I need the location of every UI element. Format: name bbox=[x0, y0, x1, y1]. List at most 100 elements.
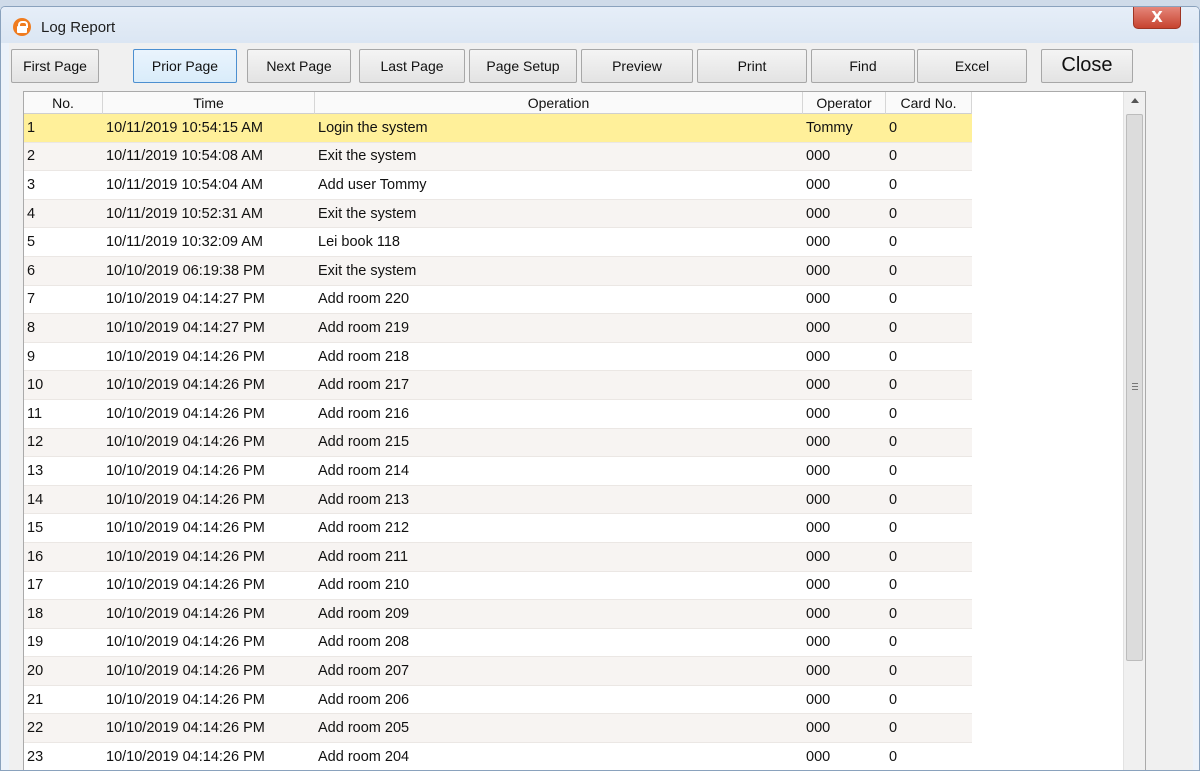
cell-operator: 000 bbox=[806, 663, 831, 680]
cell-operation: Add room 204 bbox=[318, 748, 410, 765]
cell-no: 15 bbox=[27, 520, 44, 537]
table-row[interactable]: 13 10/10/2019 04:14:26 PM Add room 214 000 0 bbox=[24, 457, 972, 486]
cell-operation: Add room 207 bbox=[318, 663, 410, 680]
cell-card-no: 0 bbox=[889, 663, 898, 680]
cell-operation: Add room 210 bbox=[318, 577, 410, 594]
column-header-operation[interactable]: Operation bbox=[315, 92, 803, 114]
cell-operation: Add room 217 bbox=[318, 377, 410, 394]
cell-time: 10/10/2019 04:14:26 PM bbox=[106, 462, 265, 479]
cell-time: 10/10/2019 04:14:26 PM bbox=[106, 377, 265, 394]
cell-time: 10/10/2019 04:14:26 PM bbox=[106, 748, 265, 765]
cell-no: 4 bbox=[27, 205, 36, 222]
cell-time: 10/10/2019 04:14:27 PM bbox=[106, 291, 265, 308]
cell-card-no: 0 bbox=[889, 262, 898, 279]
table-row[interactable]: 3 10/11/2019 10:54:04 AM Add user Tommy 000… bbox=[24, 171, 972, 200]
cell-operator: 000 bbox=[806, 434, 831, 451]
cell-operation: Add room 220 bbox=[318, 291, 410, 308]
cell-operator: 000 bbox=[806, 176, 831, 193]
cell-time: 10/10/2019 04:14:26 PM bbox=[106, 548, 265, 565]
find-button[interactable]: Find bbox=[811, 49, 915, 83]
cell-operation: Lei book 118 bbox=[318, 234, 400, 251]
cell-operation: Add room 205 bbox=[318, 720, 410, 737]
table-row[interactable]: 16 10/10/2019 04:14:26 PM Add room 211 000 0 bbox=[24, 542, 972, 572]
cell-time: 10/10/2019 04:14:26 PM bbox=[106, 720, 265, 737]
cell-card-no: 0 bbox=[889, 691, 898, 708]
title-bar[interactable]: Log Report X bbox=[1, 7, 1199, 43]
table-row[interactable]: 8 10/10/2019 04:14:27 PM Add room 219 000 0 bbox=[24, 314, 972, 343]
table-row[interactable]: 18 10/10/2019 04:14:26 PM Add room 209 000 0 bbox=[24, 600, 972, 629]
table-row[interactable]: 11 10/10/2019 04:14:26 PM Add room 216 000 0 bbox=[24, 399, 972, 429]
table-row[interactable]: 6 10/10/2019 06:19:38 PM Exit the system 00… bbox=[24, 256, 972, 286]
scrollbar-thumb[interactable] bbox=[1126, 114, 1143, 661]
preview-button[interactable]: Preview bbox=[581, 49, 693, 83]
excel-button[interactable]: Excel bbox=[917, 49, 1027, 83]
column-header-no[interactable]: No. bbox=[24, 92, 103, 114]
cell-operation: Add room 211 bbox=[318, 548, 409, 565]
table-row[interactable]: 5 10/11/2019 10:32:09 AM Lei book 118 000 0 bbox=[24, 228, 972, 257]
cell-no: 21 bbox=[27, 691, 44, 708]
first-page-button[interactable]: First Page bbox=[11, 49, 99, 83]
table-row[interactable]: 21 10/10/2019 04:14:26 PM Add room 206 000 0 bbox=[24, 685, 972, 715]
prior-page-button[interactable]: Prior Page bbox=[133, 49, 237, 83]
cell-operator: 000 bbox=[806, 462, 831, 479]
cell-card-no: 0 bbox=[889, 548, 898, 565]
grip-icon bbox=[1132, 383, 1138, 390]
cell-time: 10/10/2019 04:14:26 PM bbox=[106, 634, 265, 651]
column-header-operator[interactable]: Operator bbox=[803, 92, 886, 114]
table-row[interactable]: 23 10/10/2019 04:14:26 PM Add room 204 000 0 bbox=[24, 743, 972, 770]
cell-no: 5 bbox=[27, 234, 36, 251]
cell-time: 10/10/2019 04:14:26 PM bbox=[106, 577, 265, 594]
cell-operator: 000 bbox=[806, 205, 831, 222]
table-row[interactable]: 1 10/11/2019 10:54:15 AM Login the system T… bbox=[24, 114, 972, 143]
cell-operator: 000 bbox=[806, 577, 831, 594]
cell-card-no: 0 bbox=[889, 634, 898, 651]
vertical-scrollbar[interactable] bbox=[1123, 92, 1145, 770]
cell-no: 11 bbox=[27, 405, 43, 422]
next-page-button[interactable]: Next Page bbox=[247, 49, 351, 83]
cell-operation: Add user Tommy bbox=[318, 176, 427, 193]
cell-card-no: 0 bbox=[889, 319, 898, 336]
cell-time: 10/10/2019 04:14:26 PM bbox=[106, 663, 265, 680]
table-row[interactable]: 9 10/10/2019 04:14:26 PM Add room 218 000 0 bbox=[24, 342, 972, 372]
window-close-button[interactable]: X bbox=[1133, 7, 1181, 29]
table-row[interactable]: 12 10/10/2019 04:14:26 PM Add room 215 000 0 bbox=[24, 428, 972, 458]
cell-card-no: 0 bbox=[889, 491, 898, 508]
cell-card-no: 0 bbox=[889, 605, 898, 622]
cell-no: 17 bbox=[27, 577, 44, 594]
table-row[interactable]: 17 10/10/2019 04:14:26 PM Add room 210 000 0 bbox=[24, 571, 972, 601]
cell-time: 10/11/2019 10:54:15 AM bbox=[106, 119, 263, 136]
cell-operator: 000 bbox=[806, 291, 831, 308]
table-row[interactable]: 19 10/10/2019 04:14:26 PM Add room 208 000 0 bbox=[24, 628, 972, 658]
cell-card-no: 0 bbox=[889, 176, 898, 193]
cell-card-no: 0 bbox=[889, 405, 898, 422]
table-row[interactable]: 4 10/11/2019 10:52:31 AM Exit the system 00… bbox=[24, 199, 972, 229]
table-row[interactable]: 2 10/11/2019 10:54:08 AM Exit the system 00… bbox=[24, 142, 972, 172]
column-header-card-no[interactable]: Card No. bbox=[886, 92, 972, 114]
cell-card-no: 0 bbox=[889, 148, 898, 165]
cell-operator: 000 bbox=[806, 520, 831, 537]
cell-operator: Tommy bbox=[806, 119, 853, 136]
table-row[interactable]: 10 10/10/2019 04:14:26 PM Add room 217 000 0 bbox=[24, 371, 972, 400]
toolbar: First Page Prior Page Next Page Last Pag… bbox=[11, 49, 1147, 87]
table-row[interactable]: 22 10/10/2019 04:14:26 PM Add room 205 000 0 bbox=[24, 714, 972, 744]
cell-card-no: 0 bbox=[889, 577, 898, 594]
table-body: 1 10/11/2019 10:54:15 AM Login the system T… bbox=[24, 114, 972, 770]
table-row[interactable]: 14 10/10/2019 04:14:26 PM Add room 213 000 0 bbox=[24, 485, 972, 515]
cell-no: 22 bbox=[27, 720, 44, 737]
table-row[interactable]: 7 10/10/2019 04:14:27 PM Add room 220 000 0 bbox=[24, 285, 972, 315]
last-page-button[interactable]: Last Page bbox=[359, 49, 465, 83]
cell-no: 1 bbox=[27, 119, 36, 136]
cell-time: 10/10/2019 04:14:26 PM bbox=[106, 434, 265, 451]
close-button[interactable]: Close bbox=[1041, 49, 1133, 83]
cell-card-no: 0 bbox=[889, 119, 898, 136]
print-button[interactable]: Print bbox=[697, 49, 807, 83]
cell-operation: Add room 206 bbox=[318, 691, 410, 708]
cell-time: 10/10/2019 04:14:26 PM bbox=[106, 405, 265, 422]
scroll-up-icon[interactable] bbox=[1131, 98, 1139, 103]
table-row[interactable]: 15 10/10/2019 04:14:26 PM Add room 212 000 0 bbox=[24, 514, 972, 543]
log-table[interactable]: No. Time Operation Operator Card No. 1 10… bbox=[23, 91, 1146, 770]
column-header-time[interactable]: Time bbox=[103, 92, 315, 114]
page-setup-button[interactable]: Page Setup bbox=[469, 49, 577, 83]
table-row[interactable]: 20 10/10/2019 04:14:26 PM Add room 207 000 0 bbox=[24, 657, 972, 686]
cell-operator: 000 bbox=[806, 634, 831, 651]
